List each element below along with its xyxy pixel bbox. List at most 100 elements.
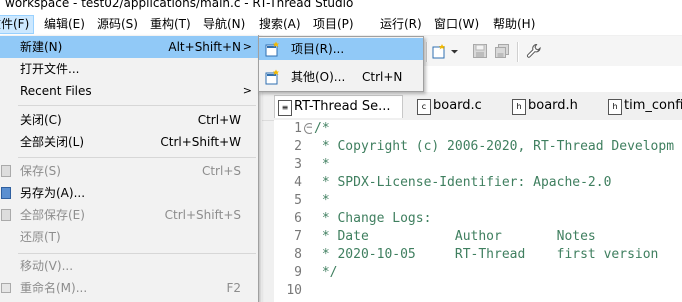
menu-item-new-project[interactable]: 项目(R)... xyxy=(259,38,423,60)
line-number: 8 xyxy=(294,247,302,262)
menu-item-label: 还原(T) xyxy=(20,230,61,244)
menu-item-label: 移动(V)... xyxy=(20,259,74,273)
menu-item-move[interactable]: 移动(V)... xyxy=(0,255,258,277)
h-file-icon: h xyxy=(512,99,526,115)
menu-navigate[interactable]: 导航(N) xyxy=(203,16,245,33)
menu-separator xyxy=(18,253,256,254)
tab-label: board.h xyxy=(528,98,578,113)
menu-refactor[interactable]: 重构(T) xyxy=(150,16,191,33)
line-number: 1 xyxy=(294,121,302,136)
code-line: * xyxy=(314,157,330,172)
menu-item-close[interactable]: 关闭(C) Ctrl+W xyxy=(0,109,258,131)
line-number: 4 xyxy=(294,175,302,190)
editor-tab-bar: ≡ RT-Thread Se... c board.c h board.h h … xyxy=(262,92,682,121)
save-icon xyxy=(1,165,11,177)
code-line: * SPDX-License-Identifier: Apache-2.0 xyxy=(314,175,612,190)
menu-item-close-all[interactable]: 全部关闭(L) Ctrl+Shift+W xyxy=(0,131,258,153)
menu-item-rename[interactable]: 重命名(M)... F2 xyxy=(0,277,258,299)
new-submenu: 项目(R)... 其他(O)... Ctrl+N xyxy=(258,36,424,92)
menu-item-save-all[interactable]: 全部保存(E) Ctrl+Shift+S xyxy=(0,204,258,226)
file-menu: 新建(N) Alt+Shift+N > 打开文件... Recent Files… xyxy=(0,35,259,302)
save-icon[interactable] xyxy=(472,43,488,59)
menu-item-revert[interactable]: 还原(T) xyxy=(0,226,258,248)
tab-label: RT-Thread Se... xyxy=(294,99,391,114)
line-number: 7 xyxy=(294,229,302,244)
wrench-icon[interactable] xyxy=(526,43,542,59)
menu-item-shortcut: Ctrl+S xyxy=(201,164,241,178)
menu-item-label: 新建(N) xyxy=(20,40,63,54)
menu-item-label: 保存(S) xyxy=(20,164,61,178)
menu-item-shortcut: Ctrl+W xyxy=(197,113,241,127)
menu-item-label: 另存为(A)... xyxy=(20,186,86,200)
menu-item-save-as[interactable]: 另存为(A)... xyxy=(0,182,258,204)
menu-item-label: 重命名(M)... xyxy=(20,281,88,295)
menu-item-recent-files[interactable]: Recent Files > xyxy=(0,80,258,102)
window-title-bar: workspace - test02/applications/main.c -… xyxy=(0,0,682,14)
tab-board-h[interactable]: h board.h xyxy=(509,95,578,117)
menu-item-shortcut: F2 xyxy=(226,281,241,295)
menu-item-label: 项目(R)... xyxy=(291,42,345,56)
tab-tim-config[interactable]: h tim_config xyxy=(605,95,682,117)
tab-board-c[interactable]: c board.c xyxy=(414,95,482,117)
menu-separator xyxy=(18,105,256,106)
line-number: 3 xyxy=(294,157,302,172)
menu-item-label: 全部保存(E) xyxy=(20,208,85,222)
menu-source[interactable]: 源码(S) xyxy=(97,16,138,33)
line-number: 5 xyxy=(294,193,302,208)
toolbar-separator xyxy=(426,42,428,62)
code-line: * Date Author Notes xyxy=(314,229,596,244)
menu-edit[interactable]: 编辑(E) xyxy=(44,16,85,33)
menu-help[interactable]: 帮助(H) xyxy=(493,16,535,33)
menu-item-label: 关闭(C) xyxy=(20,113,62,127)
line-number-gutter: 1 − 2 3 4 5 6 7 8 9 10 xyxy=(274,120,315,302)
menu-item-shortcut: Alt+Shift+N xyxy=(168,40,241,54)
chevron-down-icon[interactable] xyxy=(450,43,459,59)
save-all-icon[interactable] xyxy=(494,43,510,59)
menu-item-new-other[interactable]: 其他(O)... Ctrl+N xyxy=(259,66,423,88)
line-number: 9 xyxy=(294,265,302,280)
code-line: * 2020-10-05 RT-Thread first version xyxy=(314,247,659,262)
menu-file-label: 文件(F) xyxy=(0,17,30,31)
menu-run[interactable]: 运行(R) xyxy=(380,16,422,33)
window-title: workspace - test02/applications/main.c -… xyxy=(5,0,354,10)
line-number: 2 xyxy=(294,139,302,154)
menu-item-open-file[interactable]: 打开文件... xyxy=(0,58,258,80)
new-other-icon xyxy=(265,69,279,85)
code-line: /* xyxy=(314,121,330,136)
settings-file-icon: ≡ xyxy=(278,100,292,116)
line-number: 10 xyxy=(286,283,302,298)
code-line: * Change Logs: xyxy=(314,211,432,226)
menu-item-label: 其他(O)... xyxy=(291,70,346,84)
new-wizard-icon[interactable] xyxy=(432,43,448,59)
menu-item-shortcut: Ctrl+N xyxy=(362,70,403,84)
menu-item-shortcut: Ctrl+Shift+W xyxy=(160,135,241,149)
code-editor[interactable]: /* * Copyright (c) 2006-2020, RT-Thread … xyxy=(312,120,682,302)
menu-item-shortcut: Ctrl+Shift+S xyxy=(164,208,241,222)
tab-label: tim_config xyxy=(624,98,682,113)
menu-bar: 文件(F) 编辑(E) 源码(S) 重构(T) 导航(N) 搜索(A) 项目(P… xyxy=(0,14,682,36)
code-line: */ xyxy=(314,265,338,280)
rename-icon xyxy=(1,283,11,293)
h-file-icon: h xyxy=(608,99,622,115)
code-line: * Copyright (c) 2006-2020, RT-Thread Dev… xyxy=(314,139,675,154)
menu-item-label: 全部关闭(L) xyxy=(20,135,85,149)
tab-rt-thread-settings[interactable]: ≡ RT-Thread Se... xyxy=(274,95,403,118)
menu-item-save[interactable]: 保存(S) Ctrl+S xyxy=(0,160,258,182)
code-line: * xyxy=(314,193,330,208)
new-project-icon xyxy=(265,41,279,57)
tab-label: board.c xyxy=(433,98,482,113)
menu-project[interactable]: 项目(P) xyxy=(313,16,354,33)
menu-separator xyxy=(18,157,256,158)
menu-item-label: Recent Files xyxy=(20,84,92,98)
save-as-icon xyxy=(1,187,11,199)
toolbar-separator xyxy=(517,42,519,62)
menu-item-new[interactable]: 新建(N) Alt+Shift+N > xyxy=(0,36,258,58)
menu-window[interactable]: 窗口(W) xyxy=(434,16,479,33)
chevron-right-icon: > xyxy=(242,84,252,97)
line-number: 6 xyxy=(294,211,302,226)
menu-file[interactable]: 文件(F) xyxy=(0,15,34,34)
menu-search[interactable]: 搜索(A) xyxy=(259,16,301,33)
save-all-icon xyxy=(1,209,11,221)
chevron-right-icon: > xyxy=(242,40,252,53)
c-file-icon: c xyxy=(417,99,431,115)
